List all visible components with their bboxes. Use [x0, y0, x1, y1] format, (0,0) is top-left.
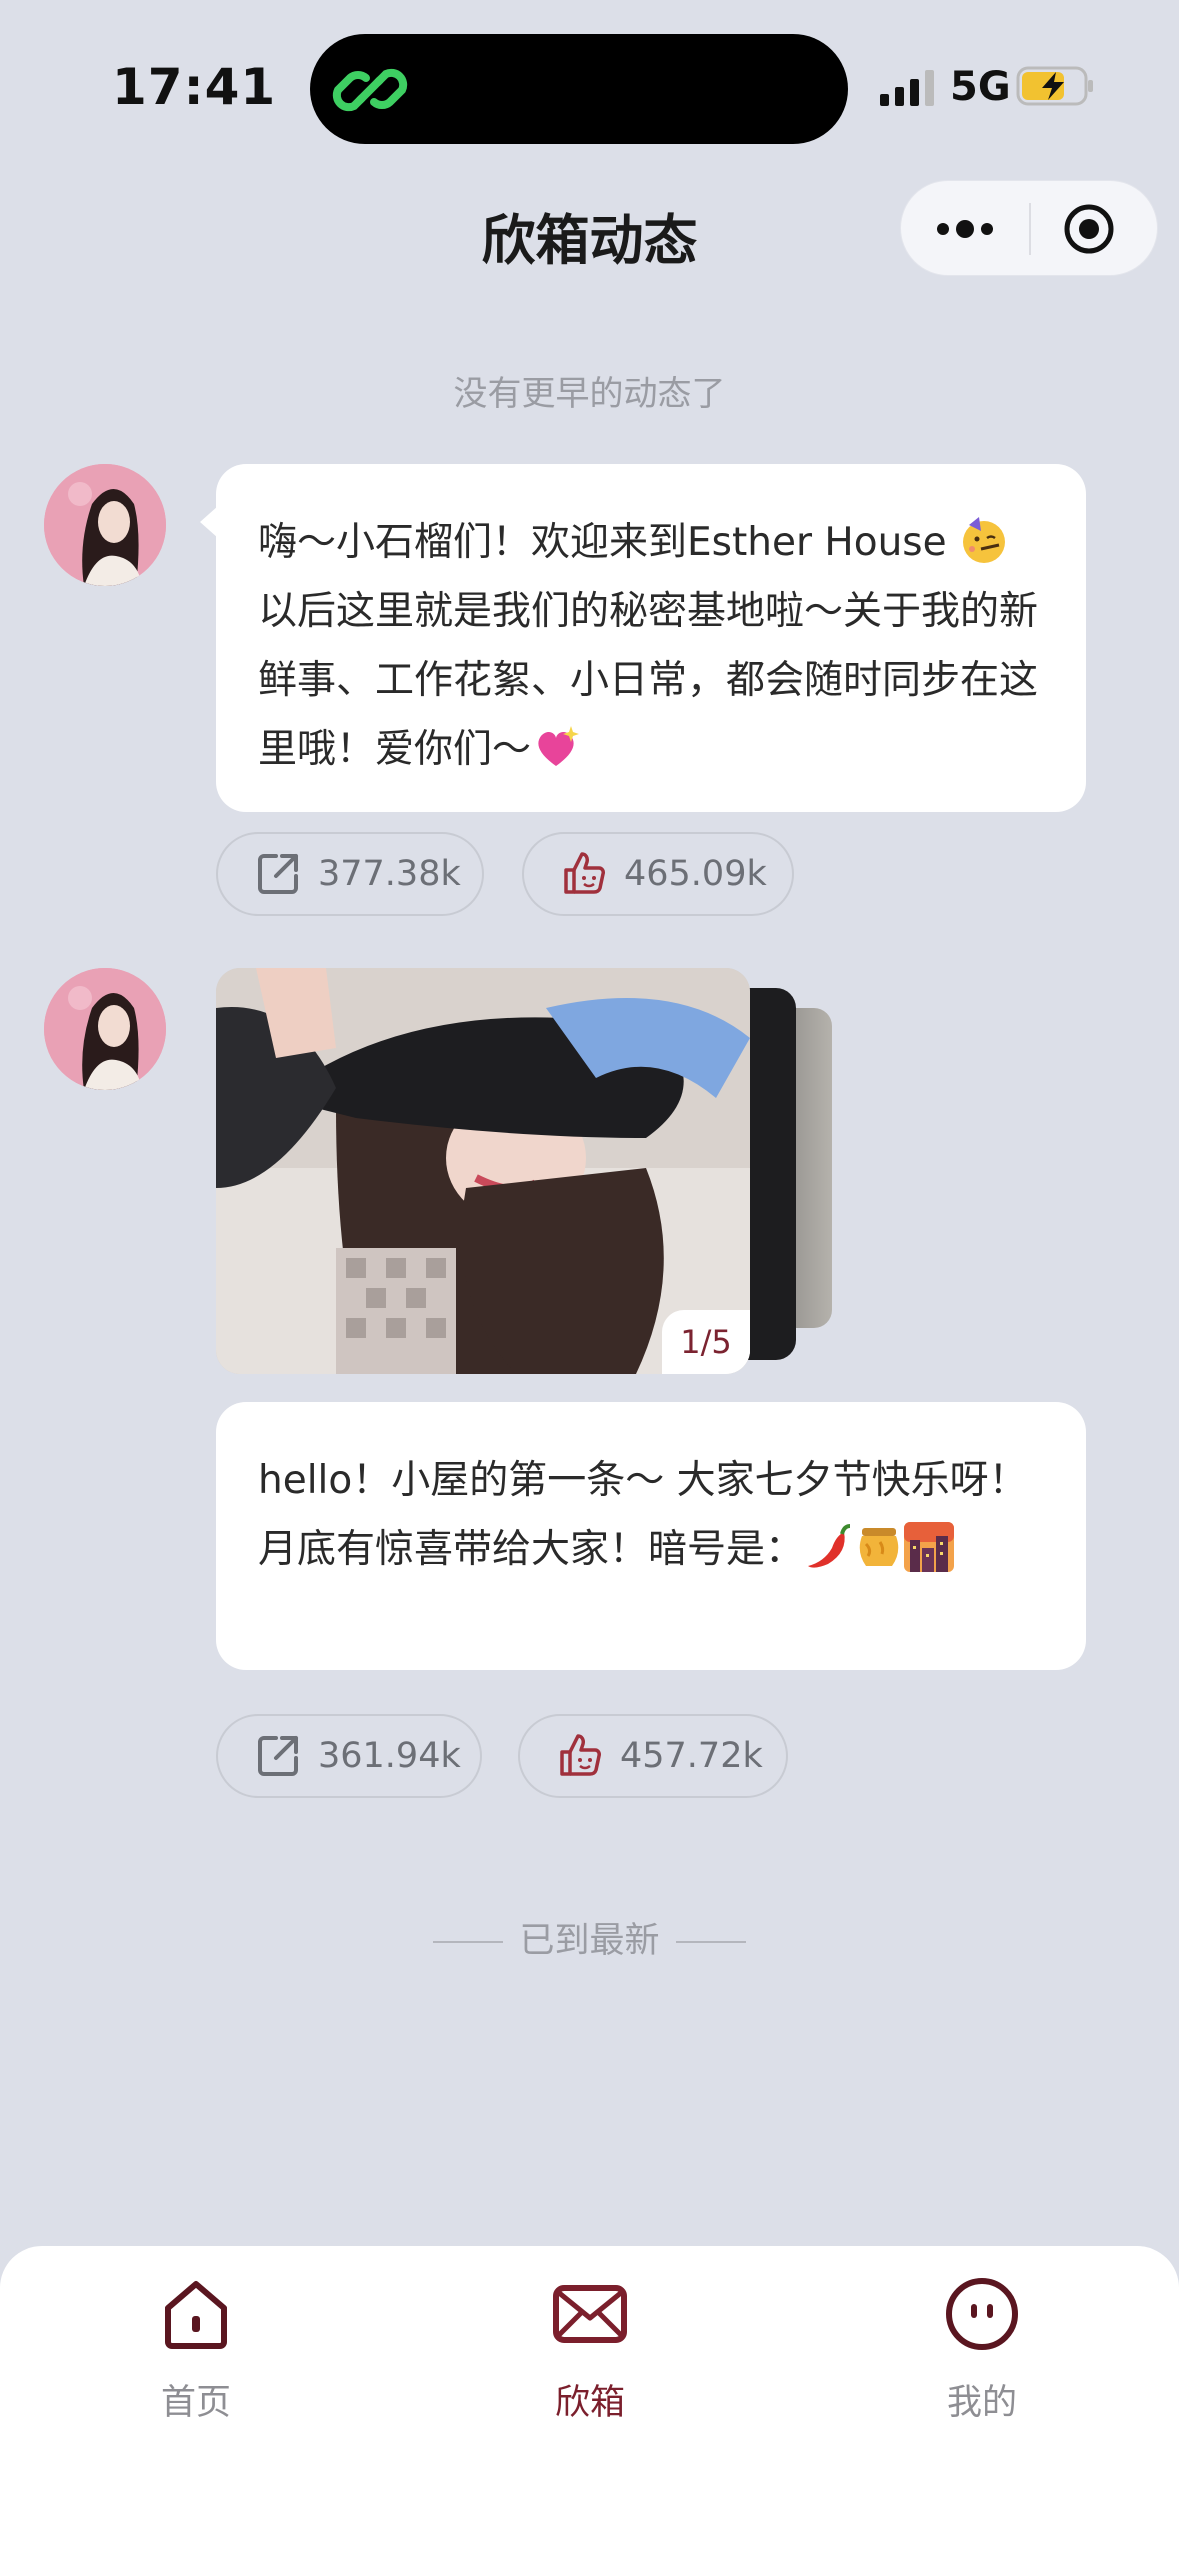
close-target-icon[interactable]: [1063, 203, 1115, 255]
tab-label: 首页: [160, 2383, 231, 2423]
face-icon: [946, 2278, 1018, 2350]
tab-label: 欣箱: [554, 2383, 625, 2423]
like-count: 465.09k: [624, 854, 767, 894]
post-bubble: hello！小屋的第一条～ 大家七夕节快乐呀！月底有惊喜带给大家！暗号是：: [216, 1402, 1086, 1670]
share-count: 377.38k: [318, 854, 461, 894]
tab-inbox[interactable]: 欣箱: [470, 2272, 710, 2425]
status-time: 17:41: [112, 58, 277, 116]
honey-pot-emoji-icon: [859, 1528, 899, 1566]
avatar[interactable]: [44, 464, 166, 586]
post-text-cont: 以后这里就是我们的秘密基地啦～关于我的新鲜事、工作花絮、小日常，都会随时同步在这…: [258, 589, 1039, 772]
post-bubble: 嗨～小石榴们！欢迎来到Esther House 以后这里就是我们的秘密基地啦～关…: [200, 464, 1086, 812]
mini-program-capsule: [900, 180, 1158, 276]
city-sunset-emoji-icon: [904, 1522, 955, 1572]
tab-mine[interactable]: 我的: [862, 2272, 1102, 2425]
signal-icon: [880, 70, 934, 106]
divider-line: [433, 1941, 504, 1943]
avatar-image: [44, 968, 166, 1090]
network-type: 5G: [950, 64, 1011, 110]
post-photo[interactable]: [216, 968, 750, 1374]
photo-counter: 1/5: [662, 1310, 750, 1374]
share-count: 361.94k: [318, 1736, 461, 1776]
post-text: 嗨～小石榴们！欢迎来到Esther House: [258, 520, 960, 565]
avatar[interactable]: [44, 968, 166, 1090]
thumbs-up-icon: [564, 852, 605, 894]
like-button[interactable]: 465.09k: [522, 832, 794, 916]
like-count: 457.72k: [620, 1736, 763, 1776]
status-bar: 17:41 5G: [0, 0, 1179, 170]
mail-icon: [553, 2285, 627, 2343]
tab-bar: 首页 欣箱 我的: [0, 2246, 1179, 2556]
battery-charging-icon: [1016, 66, 1093, 106]
more-icon[interactable]: [933, 211, 997, 247]
avatar-image: [44, 464, 166, 586]
photo-image: [216, 968, 750, 1374]
no-earlier-hint: 没有更早的动态了: [453, 374, 726, 414]
share-button[interactable]: 361.94k: [216, 1714, 482, 1798]
tab-label: 我的: [946, 2383, 1017, 2423]
bubble-tail: [200, 506, 218, 538]
share-icon: [258, 1736, 298, 1776]
tab-home[interactable]: 首页: [76, 2272, 316, 2425]
like-button[interactable]: 457.72k: [518, 1714, 788, 1798]
thumbs-up-icon: [560, 1734, 601, 1776]
end-of-feed-hint: 已到最新: [0, 1912, 1179, 1963]
share-icon: [258, 854, 298, 894]
photo-gallery[interactable]: 1/5: [216, 968, 836, 1378]
home-icon: [165, 2281, 227, 2349]
capsule-divider: [1029, 203, 1031, 255]
sparkling-heart-emoji-icon: [538, 726, 580, 766]
partying-face-emoji-icon: [963, 517, 1006, 563]
dynamic-island: [310, 34, 848, 144]
share-button[interactable]: 377.38k: [216, 832, 484, 916]
link-app-icon: [332, 68, 408, 112]
end-hint-text: 已到最新: [519, 1921, 660, 1961]
hot-pepper-emoji-icon: [808, 1524, 851, 1568]
divider-line: [675, 1941, 746, 1943]
